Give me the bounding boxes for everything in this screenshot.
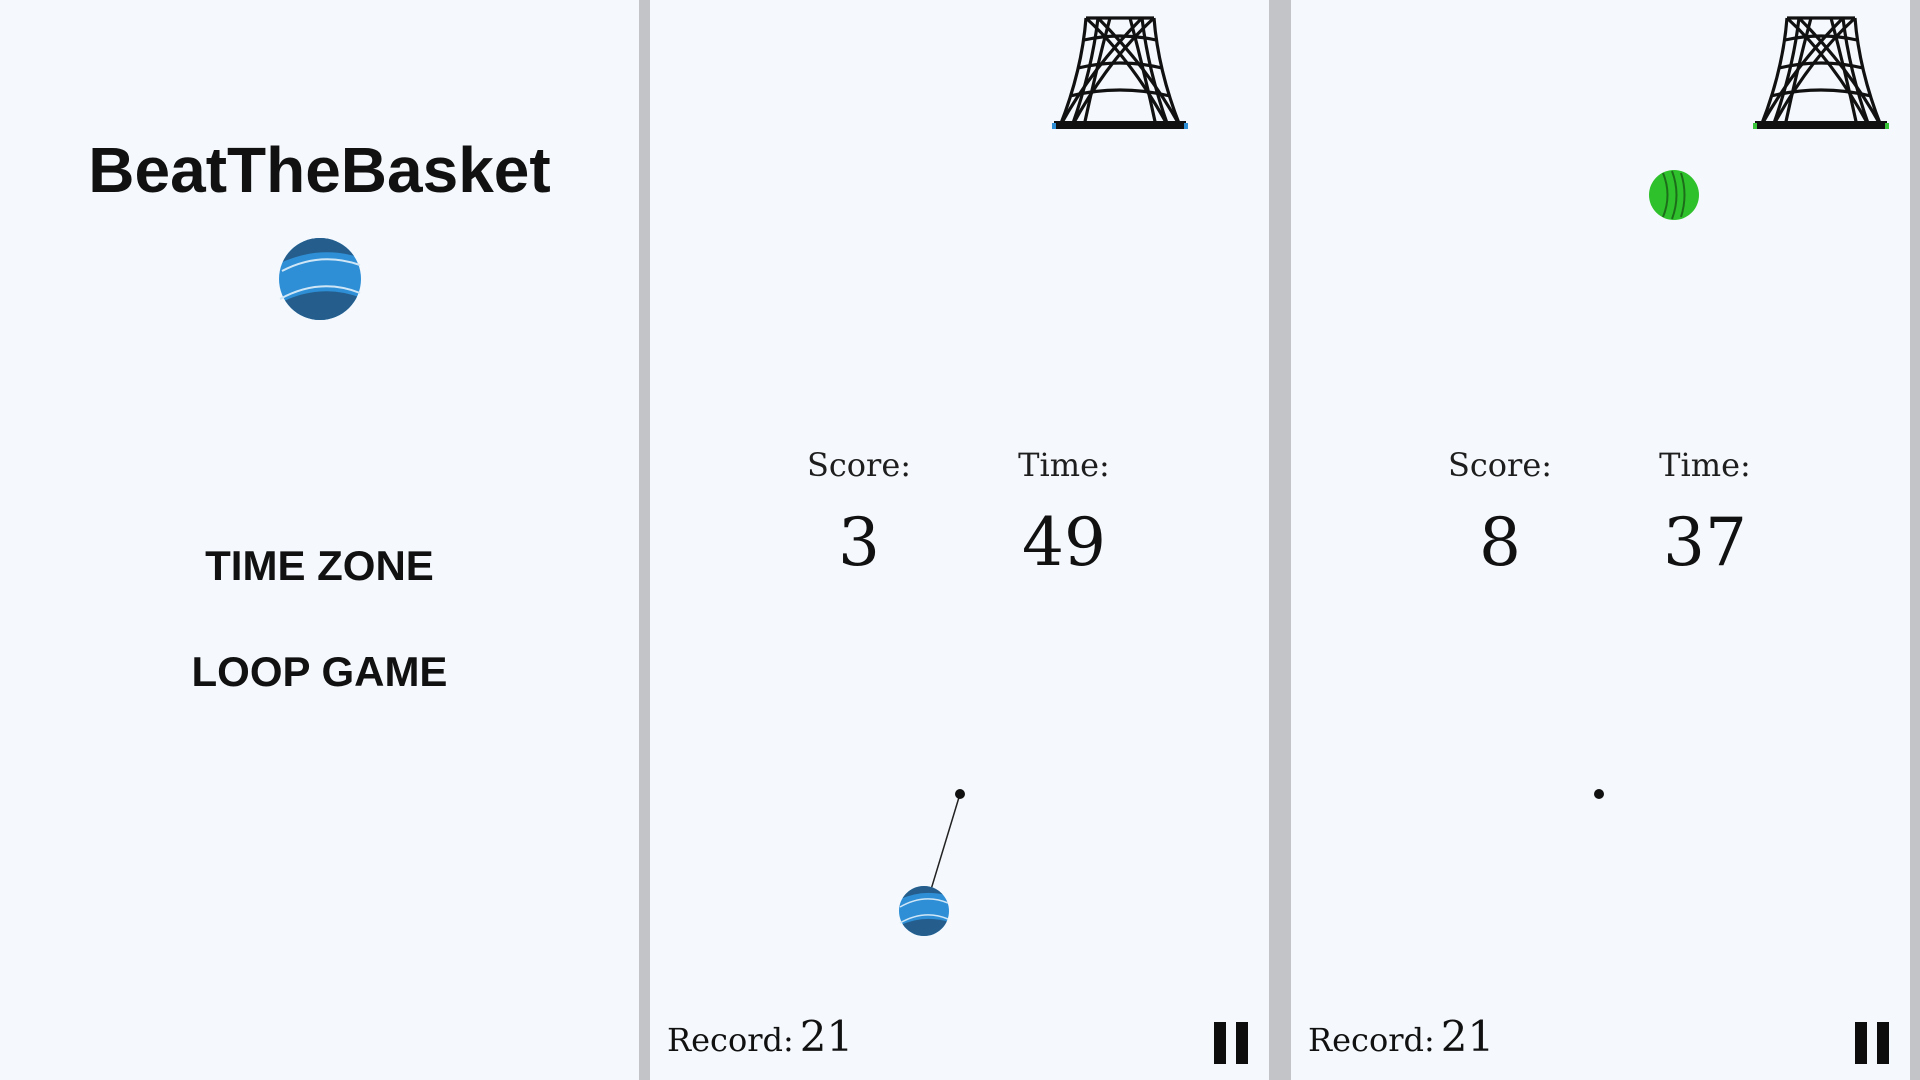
loop-game-button[interactable]: LOOP GAME	[0, 651, 639, 693]
record-display: Record: 21	[667, 1016, 853, 1058]
game-screen-blue: Score: Time: 3 49 Record: 21	[650, 0, 1269, 1080]
screen-divider	[1910, 0, 1920, 1080]
pause-icon	[1214, 1022, 1226, 1064]
record-label: Record:	[1308, 1021, 1435, 1059]
game-screen-green: Score: Time: 8 37 Record: 21	[1291, 0, 1910, 1080]
green-ball[interactable]	[1648, 169, 1700, 221]
pause-button[interactable]	[1212, 1022, 1250, 1064]
score-label: Score:	[1447, 446, 1553, 484]
blue-ball-icon	[279, 238, 361, 320]
time-zone-button[interactable]: TIME ZONE	[0, 545, 639, 587]
record-label: Record:	[667, 1021, 794, 1059]
blue-ball[interactable]	[898, 885, 950, 937]
rope-pivot	[1594, 789, 1604, 799]
pause-icon	[1855, 1022, 1867, 1064]
record-value: 21	[799, 1012, 854, 1061]
screen-divider	[639, 0, 650, 1080]
record-value: 21	[1440, 1012, 1495, 1061]
basket-net-icon	[1753, 16, 1889, 129]
swing-rope	[925, 793, 961, 907]
pause-icon	[1236, 1022, 1248, 1064]
time-label: Time:	[1659, 446, 1751, 484]
score-value: 8	[1479, 504, 1521, 581]
screen-divider	[1269, 0, 1291, 1080]
app-title: BeatTheBasket	[88, 134, 551, 206]
time-value: 37	[1663, 504, 1747, 581]
pause-button[interactable]	[1853, 1022, 1891, 1064]
record-display: Record: 21	[1308, 1016, 1494, 1058]
main-menu-screen: BeatTheBasket TIME ZONE LOOP GAME	[0, 0, 639, 1080]
pause-icon	[1877, 1022, 1889, 1064]
rope-pivot	[955, 789, 965, 799]
